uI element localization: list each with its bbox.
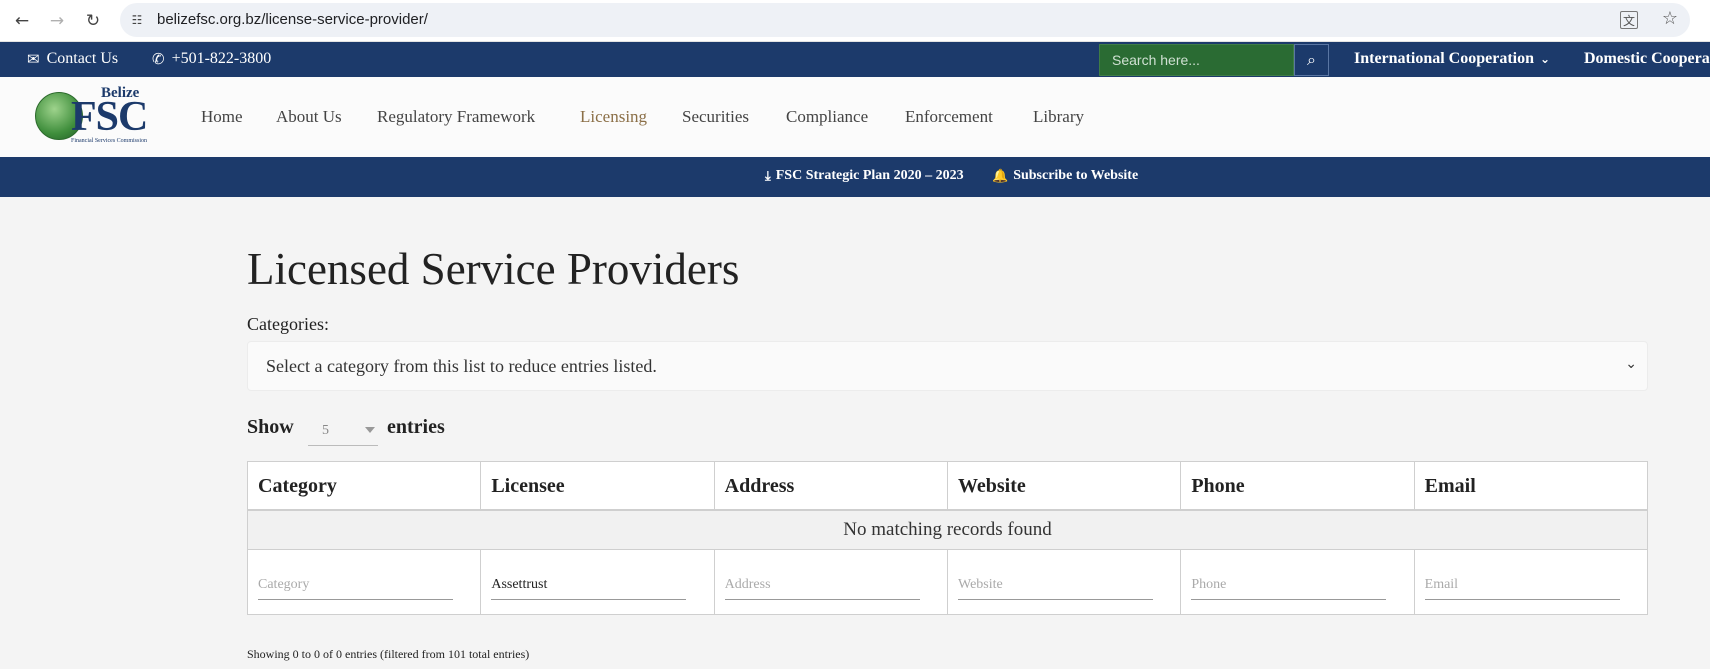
column-header-category[interactable]: Category <box>248 462 482 509</box>
show-label: Show <box>247 416 294 438</box>
menu-international-cooperation[interactable]: International Cooperation ⌄ <box>1354 50 1550 68</box>
site-info-icon[interactable]: ☷ <box>128 11 146 29</box>
filter-row <box>248 550 1647 614</box>
reload-icon[interactable]: ↻ <box>78 6 108 36</box>
search-box <box>1099 44 1294 76</box>
filter-cell-category <box>248 550 482 614</box>
download-icon: ⤓ <box>765 168 771 184</box>
nav-licensing[interactable]: Licensing <box>580 107 647 127</box>
filter-phone-input[interactable] <box>1191 570 1387 600</box>
strategic-plan-link[interactable]: ⤓ FSC Strategic Plan 2020 – 2023 <box>765 168 964 184</box>
menu-domestic-cooperation[interactable]: Domestic Coopera <box>1584 50 1710 68</box>
column-header-address[interactable]: Address <box>715 462 948 509</box>
table-header: Category Licensee Address Website Phone … <box>248 462 1647 511</box>
nav-compliance[interactable]: Compliance <box>786 107 868 127</box>
translate-icon[interactable]: 文 <box>1620 11 1638 29</box>
nav-library[interactable]: Library <box>1033 107 1084 127</box>
site-header: Belize FSC Financial Services Commission… <box>0 77 1710 157</box>
nav-regulatory-framework[interactable]: Regulatory Framework <box>377 107 535 127</box>
address-bar[interactable]: ☷ belizefsc.org.bz/license-service-provi… <box>120 3 1690 37</box>
entries-label: entries <box>387 416 445 438</box>
search-input[interactable] <box>1100 45 1293 75</box>
empty-message: No matching records found <box>248 511 1647 550</box>
column-header-website[interactable]: Website <box>948 462 1182 509</box>
phone-link[interactable]: ✆ +501-822-3800 <box>152 50 271 68</box>
chevron-down-icon: ⌄ <box>1540 52 1551 66</box>
filter-cell-email <box>1415 550 1647 614</box>
filter-cell-phone <box>1181 550 1415 614</box>
page-title: Licensed Service Providers <box>247 244 740 294</box>
column-header-email[interactable]: Email <box>1415 462 1647 509</box>
sub-bar: ⤓ FSC Strategic Plan 2020 – 2023 🔔 Subsc… <box>0 157 1710 197</box>
category-select[interactable]: Select a category from this list to redu… <box>247 341 1648 391</box>
filter-website-input[interactable] <box>957 570 1153 600</box>
nav-enforcement[interactable]: Enforcement <box>905 107 993 127</box>
top-bar: ✉ Contact Us ✆ +501-822-3800 ⌕ Internati… <box>0 42 1710 77</box>
contact-us-link[interactable]: ✉ Contact Us <box>27 50 118 68</box>
phone-icon: ✆ <box>152 50 165 68</box>
column-header-licensee[interactable]: Licensee <box>481 462 715 509</box>
back-arrow-icon[interactable]: ← <box>7 6 37 36</box>
nav-securities[interactable]: Securities <box>682 107 749 127</box>
filter-address-input[interactable] <box>724 570 920 600</box>
caret-down-icon <box>365 427 375 433</box>
filter-email-input[interactable] <box>1424 570 1620 600</box>
column-header-phone[interactable]: Phone <box>1181 462 1415 509</box>
entries-per-page-select[interactable]: 5 <box>308 413 378 446</box>
filter-licensee-input[interactable] <box>491 570 687 600</box>
table-info: Showing 0 to 0 of 0 entries (filtered fr… <box>247 647 530 661</box>
bookmark-star-icon[interactable]: ☆ <box>1662 8 1678 29</box>
nav-home[interactable]: Home <box>201 107 243 127</box>
chevron-down-icon: ⌄ <box>1625 356 1637 372</box>
nav-about-us[interactable]: About Us <box>276 107 342 127</box>
filter-cell-licensee <box>481 550 715 614</box>
fsc-logo[interactable]: Belize FSC Financial Services Commission <box>33 85 155 145</box>
envelope-icon: ✉ <box>27 50 40 68</box>
url-text[interactable]: belizefsc.org.bz/license-service-provide… <box>157 11 428 28</box>
search-icon: ⌕ <box>1307 50 1316 69</box>
search-button[interactable]: ⌕ <box>1294 44 1329 76</box>
filter-cell-address <box>715 550 948 614</box>
providers-table: Category Licensee Address Website Phone … <box>247 461 1648 615</box>
bell-icon: 🔔 <box>992 168 1009 184</box>
filter-cell-website <box>948 550 1182 614</box>
filter-category-input[interactable] <box>258 570 453 600</box>
subscribe-link[interactable]: 🔔 Subscribe to Website <box>992 168 1138 184</box>
categories-label: Categories: <box>247 314 329 334</box>
forward-arrow-icon[interactable]: → <box>42 6 72 36</box>
browser-toolbar: ← → ↻ ☷ belizefsc.org.bz/license-service… <box>0 0 1710 42</box>
